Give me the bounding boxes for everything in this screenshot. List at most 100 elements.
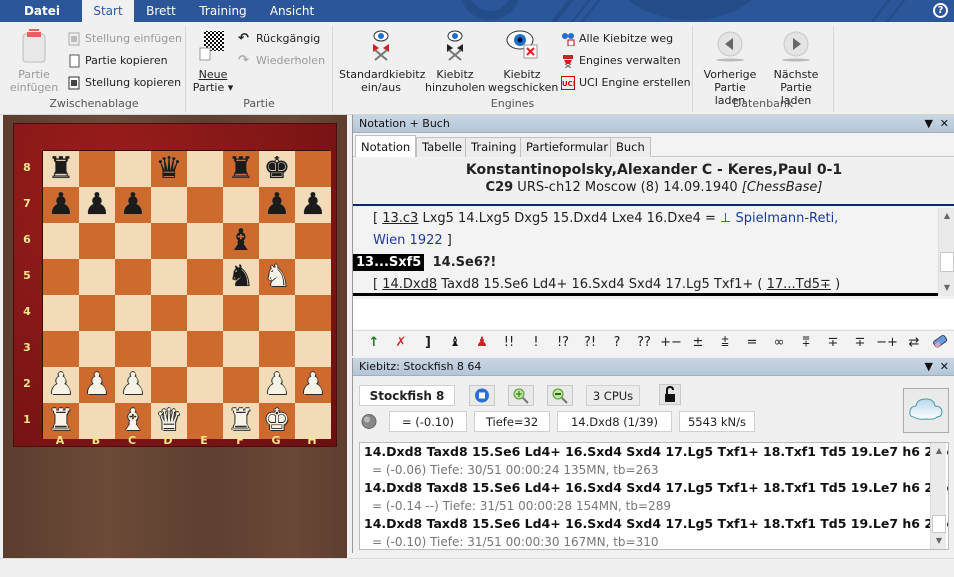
scroll-up-icon[interactable]: ▲ — [939, 208, 954, 224]
tab-tabelle[interactable]: Tabelle — [416, 137, 469, 157]
annotation-symbol-button[interactable]: ?? — [633, 333, 655, 353]
square-f2[interactable] — [223, 367, 259, 403]
reference-game[interactable]: Wien 1922 — [373, 233, 443, 248]
tab-datei[interactable]: Datei — [14, 0, 70, 22]
square-b5[interactable] — [79, 259, 115, 295]
square-d4[interactable] — [151, 295, 187, 331]
square-d3[interactable] — [151, 331, 187, 367]
pane-close-icon[interactable]: ✕ — [940, 358, 949, 376]
black-pawn-piece[interactable]: ♟ — [264, 187, 291, 223]
square-h6[interactable] — [295, 223, 331, 259]
next-game-button[interactable]: Nächste Partie laden — [765, 28, 827, 107]
square-f3[interactable] — [223, 331, 259, 367]
annotation-symbol-button[interactable]: ? — [606, 333, 628, 353]
chessboard[interactable]: ♜ ♛ ♜ ♚ ♟ ♟ ♟ ♟ ♟ ♝ ♞ ♞ ♟ ♟ ♟ ♟ ♟ ♜ ♝ ♛ ♜ ♚ — [42, 150, 331, 439]
square-c8[interactable] — [115, 151, 151, 187]
square-g8[interactable]: ♚ — [259, 151, 295, 187]
square-h7[interactable]: ♟ — [295, 187, 331, 223]
square-f4[interactable] — [223, 295, 259, 331]
square-h3[interactable] — [295, 331, 331, 367]
square-c3[interactable] — [115, 331, 151, 367]
square-h2[interactable]: ♟ — [295, 367, 331, 403]
current-move[interactable]: 13...Sxf5 — [353, 254, 425, 271]
analysis-line[interactable]: 14.Dxd8 Taxd8 15.Se6 Ld4+ 16.Sxd4 Sxd4 1… — [360, 443, 948, 461]
variation-moves[interactable]: Lxg5 14.Lxg5 Dxg5 15.Dxd4 Lxe4 16.Dxe4 = — [418, 211, 720, 226]
add-kibitzer-button[interactable]: Kiebitz hinzuholen — [425, 28, 485, 94]
scroll-thumb[interactable] — [932, 515, 946, 533]
cloud-button[interactable] — [903, 388, 949, 433]
annotation-symbol-button[interactable]: ! — [525, 333, 547, 353]
black-pawn-piece[interactable]: ♟ — [48, 187, 75, 223]
square-d7[interactable] — [151, 187, 187, 223]
tab-start[interactable]: Start — [82, 0, 134, 22]
square-e2[interactable] — [187, 367, 223, 403]
tab-ansicht[interactable]: Ansicht — [264, 0, 320, 22]
square-a2[interactable]: ♟ — [43, 367, 79, 403]
square-c4[interactable] — [115, 295, 151, 331]
annotation-symbol-button[interactable]: ∓ — [822, 333, 844, 353]
engine-name-button[interactable]: Stockfish 8 64 — [359, 385, 455, 423]
black-pawn-piece[interactable]: ♟ — [84, 187, 111, 223]
pane-menu-icon[interactable]: ▼ — [925, 115, 933, 133]
white-pawn-piece[interactable]: ♟ — [120, 367, 147, 403]
square-e3[interactable] — [187, 331, 223, 367]
copy-game-button[interactable]: Partie kopieren — [67, 51, 168, 71]
black-rook-piece[interactable]: ♜ — [228, 151, 255, 187]
square-b6[interactable] — [79, 223, 115, 259]
analysis-line[interactable]: 14.Dxd8 Taxd8 15.Se6 Ld4+ 16.Sxd4 Sxd4 1… — [360, 479, 948, 497]
analysis-output[interactable]: 14.Dxd8 Taxd8 15.Se6 Ld4+ 16.Sxd4 Sxd4 1… — [359, 442, 949, 550]
eraser-icon[interactable] — [929, 333, 951, 353]
square-a7[interactable]: ♟ — [43, 187, 79, 223]
next-move[interactable]: 14.Se6?! — [433, 255, 497, 270]
annotation-symbol-button[interactable]: ± — [687, 333, 709, 353]
square-d6[interactable] — [151, 223, 187, 259]
notation-scrollbar[interactable]: ▲ ▼ — [938, 208, 954, 296]
scroll-up-icon[interactable]: ▲ — [931, 443, 947, 459]
annotation-symbol-button[interactable]: ✗ — [390, 333, 412, 353]
tab-training[interactable]: Training — [193, 0, 253, 22]
black-king-piece[interactable]: ♚ — [264, 151, 291, 187]
square-g5[interactable]: ♞ — [259, 259, 295, 295]
annotation-symbol-button[interactable]: ⇄ — [903, 333, 925, 353]
move[interactable]: 17...Td5∓ — [767, 277, 831, 292]
remove-kibitzer-button[interactable]: Kiebitz wegschicken — [488, 28, 558, 94]
square-b3[interactable] — [79, 331, 115, 367]
square-c2[interactable]: ♟ — [115, 367, 151, 403]
square-c6[interactable] — [115, 223, 151, 259]
square-e8[interactable] — [187, 151, 223, 187]
black-queen-piece[interactable]: ♛ — [156, 151, 183, 187]
square-g3[interactable] — [259, 331, 295, 367]
comment-area[interactable] — [353, 299, 954, 329]
tab-training[interactable]: Training — [465, 137, 523, 157]
square-g4[interactable] — [259, 295, 295, 331]
square-d8[interactable]: ♛ — [151, 151, 187, 187]
square-f8[interactable]: ♜ — [223, 151, 259, 187]
black-knight-piece[interactable]: ♞ — [228, 259, 255, 295]
help-icon[interactable]: ? — [933, 3, 948, 18]
increase-lines-button[interactable] — [508, 385, 534, 406]
square-g6[interactable] — [259, 223, 295, 259]
square-e6[interactable] — [187, 223, 223, 259]
square-e4[interactable] — [187, 295, 223, 331]
annotation-symbol-button[interactable]: ∞ — [768, 333, 790, 353]
square-b7[interactable]: ♟ — [79, 187, 115, 223]
redo-button[interactable]: ↷ Wiederholen — [238, 51, 325, 71]
move[interactable]: 13.c3 — [382, 211, 418, 226]
square-g7[interactable]: ♟ — [259, 187, 295, 223]
white-pawn-piece[interactable]: ♟ — [48, 367, 75, 403]
tab-buch[interactable]: Buch — [610, 137, 651, 157]
annotation-symbol-button[interactable]: ⩲ — [714, 333, 736, 353]
undo-button[interactable]: ↶ Rückgängig — [238, 29, 320, 49]
scroll-down-icon[interactable]: ▼ — [931, 533, 947, 549]
paste-position-button[interactable]: Stellung einfügen — [67, 29, 182, 49]
square-d2[interactable] — [151, 367, 187, 403]
reference-game[interactable]: ⊥ Spielmann-Reti, — [720, 211, 838, 226]
square-b8[interactable] — [79, 151, 115, 187]
square-f6[interactable]: ♝ — [223, 223, 259, 259]
lock-button[interactable] — [659, 384, 681, 405]
annotation-symbol-button[interactable]: ?! — [579, 333, 601, 353]
square-b2[interactable]: ♟ — [79, 367, 115, 403]
square-b4[interactable] — [79, 295, 115, 331]
square-c5[interactable] — [115, 259, 151, 295]
square-h4[interactable] — [295, 295, 331, 331]
